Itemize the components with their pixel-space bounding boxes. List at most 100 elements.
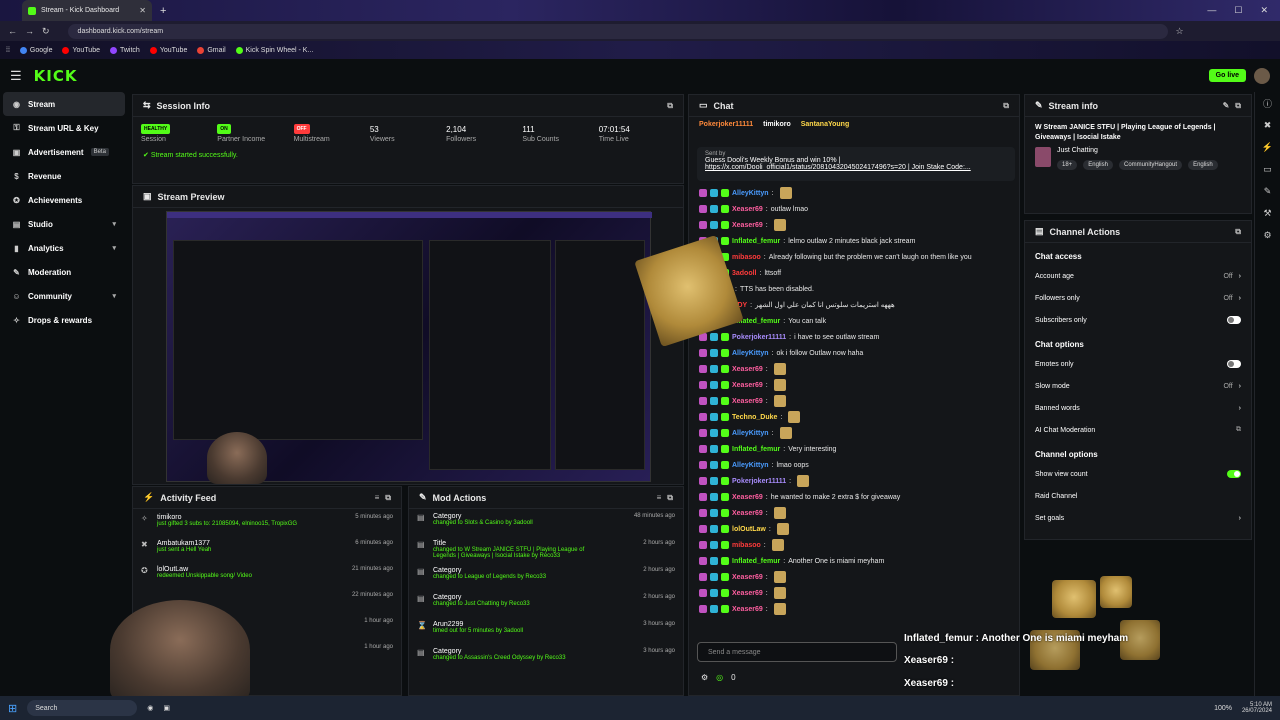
- popout-icon[interactable]: ⧉: [667, 101, 673, 111]
- bookmark[interactable]: Google: [19, 46, 52, 54]
- filter-icon[interactable]: ≡: [375, 493, 380, 502]
- sidebar-item[interactable]: ▣ Advertisement Beta: [0, 140, 128, 164]
- close-tab-icon[interactable]: ✕: [139, 6, 146, 15]
- chat-message[interactable]: 3adooll: lttsoff: [689, 265, 1023, 281]
- minimize-icon[interactable]: —: [1207, 5, 1216, 16]
- chat-username[interactable]: Techno_Duke: [732, 414, 777, 421]
- close-window-icon[interactable]: ✕: [1260, 5, 1268, 16]
- chat-username[interactable]: Xeaser69: [732, 366, 763, 373]
- chat-username[interactable]: 3adooll: [732, 270, 757, 277]
- top-user[interactable]: timikoro: [763, 121, 791, 128]
- mod-action-item[interactable]: ▤ Title changed to W Stream JANICE STFU | …: [409, 536, 683, 563]
- chat-username[interactable]: Inflated_femur: [732, 446, 780, 453]
- filter-icon[interactable]: ≡: [657, 493, 662, 502]
- chat-username[interactable]: mibasoo: [732, 542, 761, 549]
- chat-username[interactable]: Xeaser69: [732, 206, 763, 213]
- sidebar-item[interactable]: ☺ Community ▾: [0, 284, 128, 308]
- chat-username[interactable]: AlleyKittyn: [732, 350, 769, 357]
- app-icon[interactable]: ▣: [163, 704, 170, 712]
- chat-message[interactable]: AlleyKittyn: ok i follow Outlaw now haha: [689, 345, 1023, 361]
- bookmark[interactable]: Gmail: [197, 46, 226, 54]
- chat-message[interactable]: Xeaser69:: [689, 601, 1023, 617]
- sidebar-item[interactable]: ✧ Drops & rewards: [0, 308, 128, 332]
- sidebar-item[interactable]: ▮ Analytics ▾: [0, 236, 128, 260]
- sliders-icon[interactable]: ⚙: [1255, 224, 1280, 246]
- windows-start-icon[interactable]: ⊞: [8, 702, 17, 715]
- sidebar-item[interactable]: $ Revenue: [0, 164, 128, 188]
- chat-username[interactable]: Pokerjoker11111: [732, 478, 786, 485]
- popout-icon[interactable]: ⧉: [1235, 227, 1241, 237]
- chat-message[interactable]: Inflated_femur: Very interesting: [689, 441, 1023, 457]
- chat-username[interactable]: AlleyKittyn: [732, 462, 769, 469]
- popout-icon[interactable]: ⧉: [385, 493, 391, 503]
- browser-tab[interactable]: Stream - Kick Dashboard ✕: [22, 0, 152, 21]
- chrome-icon[interactable]: ◉: [147, 704, 153, 712]
- apps-icon[interactable]: ⁞⁞: [6, 47, 10, 54]
- chat-username[interactable]: mibasoo: [732, 254, 761, 261]
- sidebar-item[interactable]: ▤ Studio ▾: [0, 212, 128, 236]
- chat-username[interactable]: Xeaser69: [732, 574, 763, 581]
- bookmark[interactable]: Kick Spin Wheel - K...: [235, 46, 313, 54]
- activity-item[interactable]: ✪ lolOutLaw redeemed Unskippable song/ Vid…: [133, 561, 401, 587]
- chat-message[interactable]: lolOutLaw:: [689, 521, 1023, 537]
- chat-input[interactable]: Send a message: [697, 642, 897, 662]
- chat-message[interactable]: AlleyKittyn: lmao oops: [689, 457, 1023, 473]
- channel-action-row[interactable]: Raid Channel: [1025, 485, 1251, 507]
- taskbar-search[interactable]: Search: [27, 700, 138, 716]
- toggle-switch[interactable]: [1227, 316, 1241, 324]
- channel-action-row[interactable]: Followers only Off ›: [1025, 287, 1251, 309]
- menu-icon[interactable]: ☰: [10, 68, 22, 84]
- pinned-link[interactable]: https://x.com/Dooli_official1/status/208…: [705, 164, 1007, 171]
- rail-icon[interactable]: ✖: [1255, 114, 1280, 136]
- chat-message[interactable]: mibasoo:: [689, 537, 1023, 553]
- chat-username[interactable]: Pokerjoker11111: [732, 334, 786, 341]
- go-live-button[interactable]: Go live: [1208, 69, 1246, 82]
- chat-username[interactable]: Xeaser69: [732, 510, 763, 517]
- mod-action-item[interactable]: ▤ Category changed to Just Chatting by Rec…: [409, 590, 683, 617]
- activity-item[interactable]: ✖ Ambatukam1377 just sent a Hell Yeah 6 min…: [133, 535, 401, 561]
- chat-message[interactable]: Xeaser69:: [689, 377, 1023, 393]
- chat-icon[interactable]: ▭: [1255, 158, 1280, 180]
- new-tab-icon[interactable]: +: [160, 5, 166, 17]
- chat-username[interactable]: AlleyKittyn: [732, 190, 769, 197]
- channel-action-row[interactable]: Show view count: [1025, 463, 1251, 485]
- chat-username[interactable]: Xeaser69: [732, 590, 763, 597]
- toggle-switch[interactable]: [1227, 470, 1241, 478]
- channel-action-row[interactable]: AI Chat Moderation ⧉: [1025, 419, 1251, 441]
- maximize-icon[interactable]: ☐: [1234, 5, 1242, 16]
- chat-username[interactable]: Inflated_femur: [732, 558, 780, 565]
- chat-username[interactable]: Xeaser69: [732, 398, 763, 405]
- chat-username[interactable]: Xeaser69: [732, 222, 763, 229]
- chat-message[interactable]: : TTS has been disabled.: [689, 281, 1023, 297]
- chat-message[interactable]: Xeaser69: he wanted to make 2 extra $ for…: [689, 489, 1023, 505]
- chat-username[interactable]: Xeaser69: [732, 382, 763, 389]
- back-icon[interactable]: ←: [8, 26, 17, 36]
- chat-message[interactable]: Xeaser69:: [689, 393, 1023, 409]
- chat-message[interactable]: Xeaser69:: [689, 217, 1023, 233]
- channel-action-row[interactable]: Slow mode Off ›: [1025, 375, 1251, 397]
- sidebar-item[interactable]: ✎ Moderation: [0, 260, 128, 284]
- edit-icon[interactable]: ✎: [1223, 101, 1230, 110]
- mod-action-item[interactable]: ▤ Category changed to Assassin's Creed Ody…: [409, 644, 683, 671]
- mod-action-item[interactable]: ▤ Category changed to Slots & Casino by 3a…: [409, 509, 683, 536]
- chat-username[interactable]: Xeaser69: [732, 606, 763, 613]
- stream-preview-video[interactable]: [166, 211, 652, 484]
- chat-username[interactable]: AlleyKittyn: [732, 430, 769, 437]
- bookmark[interactable]: Twitch: [109, 46, 140, 54]
- chat-username[interactable]: Inflated_femur: [732, 238, 780, 245]
- channel-action-row[interactable]: Emotes only: [1025, 353, 1251, 375]
- hammer-icon[interactable]: ⚒: [1255, 202, 1280, 224]
- kick-logo[interactable]: KICK: [34, 67, 78, 85]
- reload-icon[interactable]: ↻: [42, 26, 50, 37]
- chat-username[interactable]: Xeaser69: [732, 494, 763, 501]
- chat-message[interactable]: Inflated_femur: Another One is miami meyh…: [689, 553, 1023, 569]
- top-user[interactable]: Pokerjoker11111: [699, 121, 753, 128]
- chat-message[interactable]: mibasoo: Already following but the proble…: [689, 249, 1023, 265]
- activity-item[interactable]: ✧ timikoro just gifted 3 subs to: 21085094…: [133, 509, 401, 535]
- chat-message[interactable]: Pokerjoker11111:: [689, 473, 1023, 489]
- avatar[interactable]: [1254, 67, 1270, 84]
- chat-message[interactable]: Xeaser69: outlaw lmao: [689, 201, 1023, 217]
- forward-icon[interactable]: →: [25, 26, 34, 36]
- wrench-icon[interactable]: ✎: [1255, 180, 1280, 202]
- chat-message[interactable]: Xeaser69:: [689, 505, 1023, 521]
